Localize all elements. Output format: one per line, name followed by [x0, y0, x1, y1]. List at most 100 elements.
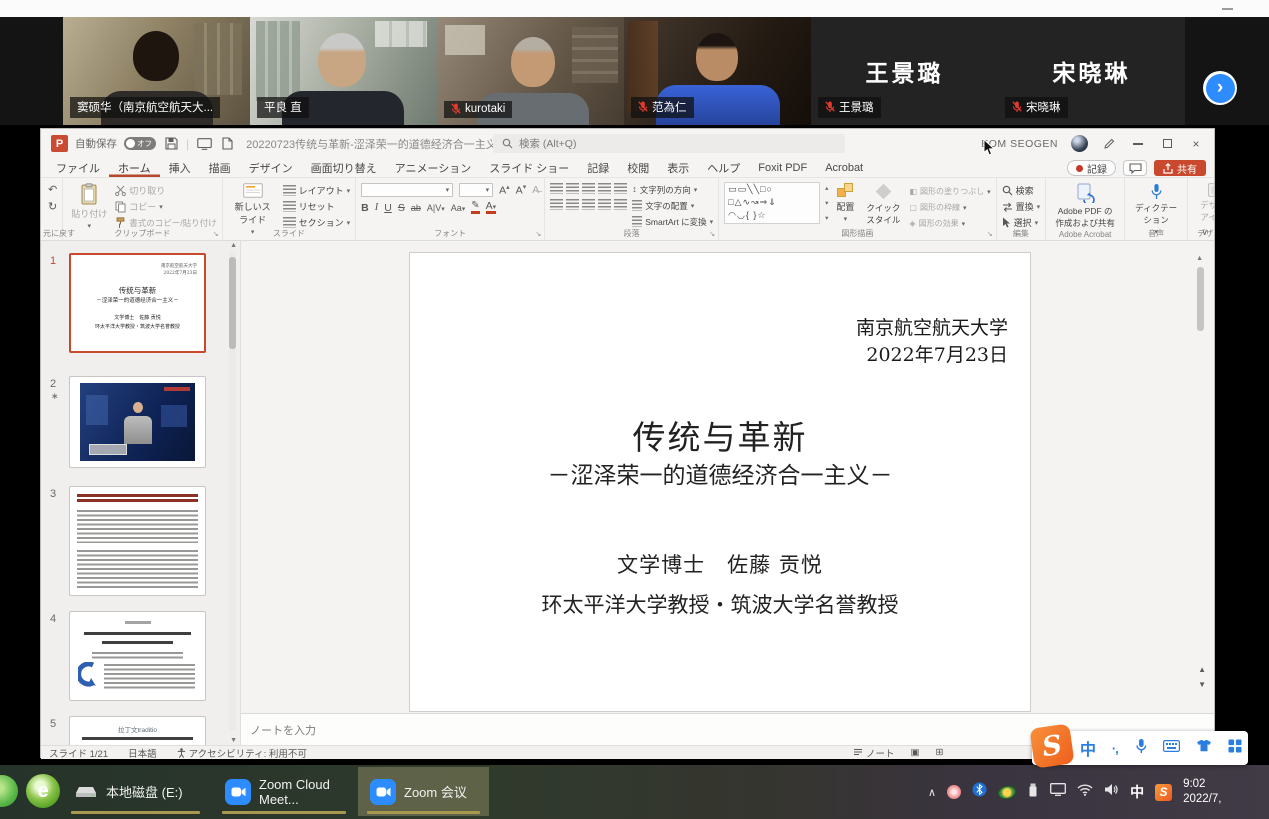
- tab-record[interactable]: 記録: [578, 158, 618, 177]
- convert-smartart-button[interactable]: SmartArt に変換▾: [632, 215, 713, 228]
- slide-thumbnail-4[interactable]: [69, 611, 206, 701]
- tab-help[interactable]: ヘルプ: [698, 158, 749, 177]
- character-spacing-button[interactable]: A|V▾: [427, 203, 445, 213]
- paste-button[interactable]: 貼り付け ▾: [68, 182, 110, 231]
- language-indicator[interactable]: 日本語: [128, 746, 157, 760]
- tray-security-icon[interactable]: [997, 784, 1017, 800]
- slide-canvas[interactable]: 南京航空航天大学 2022年7月23日 传统与革新 －涩泽荣一的道德经济合一主义…: [409, 252, 1031, 712]
- scroll-down-icon[interactable]: ▼: [230, 737, 237, 744]
- decrease-font-size-icon[interactable]: A▾: [516, 183, 527, 197]
- record-button[interactable]: 記録: [1067, 160, 1116, 176]
- redo-icon[interactable]: ↻: [48, 202, 57, 213]
- tab-file[interactable]: ファイル: [47, 158, 109, 177]
- participant-tile-douShuohua[interactable]: 窦硕华（南京航空航天大...: [63, 17, 250, 125]
- justify-icon[interactable]: [598, 199, 611, 210]
- italic-button[interactable]: I: [375, 202, 379, 213]
- slideshow-icon[interactable]: [196, 136, 212, 152]
- dialog-launcher-icon[interactable]: ↘: [535, 230, 541, 238]
- increase-indent-icon[interactable]: [598, 183, 611, 194]
- line-spacing-icon[interactable]: [614, 183, 627, 194]
- minimize-button[interactable]: [1130, 136, 1146, 152]
- taskbar-item-zoom-meeting[interactable]: Zoom 会议: [358, 767, 489, 816]
- taskbar-item-local-disk[interactable]: 本地磁盘 (E:): [62, 767, 209, 816]
- tab-insert[interactable]: 挿入: [160, 158, 200, 177]
- align-text-button[interactable]: 文字の配置▾: [632, 199, 713, 212]
- find-button[interactable]: 検索: [1002, 184, 1041, 197]
- bold-button[interactable]: B: [361, 202, 369, 214]
- tab-animations[interactable]: アニメーション: [386, 158, 481, 177]
- pen-icon[interactable]: [1101, 136, 1117, 152]
- taskbar-clock[interactable]: 9:02 2022/7,: [1183, 777, 1241, 807]
- shape-outline-button[interactable]: ▢図形の枠線▾: [909, 201, 990, 214]
- ime-voice-button[interactable]: [1134, 738, 1148, 759]
- slide-thumbnail-1[interactable]: 南京航空航天大学 2022年7月23日 传统与革新 －涩泽荣一的道德经济合一主义…: [69, 253, 206, 353]
- tab-design[interactable]: デザイン: [240, 158, 302, 177]
- shapes-gallery[interactable]: ▭▭╲╲□○□△∿↝⇒⇓◠◡{ }☆: [724, 182, 820, 224]
- display-icon[interactable]: [1050, 783, 1066, 801]
- quick-styles-button[interactable]: クイック スタイル: [862, 182, 904, 227]
- clear-formatting-icon[interactable]: A̶: [532, 184, 539, 196]
- tab-view[interactable]: 表示: [658, 158, 698, 177]
- ime-toolbox-button[interactable]: [1228, 739, 1242, 758]
- slide-thumbnail-2[interactable]: [69, 376, 206, 468]
- tray-flower-icon[interactable]: [947, 785, 961, 799]
- ime-skin-button[interactable]: [1196, 739, 1212, 757]
- scroll-up-icon[interactable]: ▲: [1196, 255, 1203, 262]
- close-button[interactable]: ×: [1188, 136, 1204, 152]
- layout-button[interactable]: レイアウト▾: [283, 184, 351, 197]
- slide-sorter-view-icon[interactable]: ⊞: [936, 747, 944, 758]
- tab-slideshow[interactable]: スライド ショー: [480, 158, 578, 177]
- share-button[interactable]: 共有: [1154, 160, 1206, 176]
- accessibility-status[interactable]: アクセシビリティ: 利用不可: [177, 746, 307, 760]
- browser-icon[interactable]: e: [26, 774, 60, 808]
- align-center-icon[interactable]: [566, 199, 579, 210]
- save-icon[interactable]: [163, 136, 179, 152]
- usb-device-icon[interactable]: [1027, 783, 1039, 802]
- hidden-icons-chevron[interactable]: ∧: [928, 786, 936, 799]
- avatar[interactable]: [1071, 135, 1088, 152]
- participant-tile-taira[interactable]: 平良 直: [250, 17, 437, 125]
- participant-tile-fanWeiren[interactable]: 范為仁: [624, 17, 811, 125]
- columns-icon[interactable]: [614, 199, 627, 210]
- tab-acrobat[interactable]: Acrobat: [816, 158, 872, 177]
- font-name-input[interactable]: ▾: [361, 183, 453, 197]
- change-case-button[interactable]: Aa▾: [451, 203, 466, 213]
- scroll-up-icon[interactable]: ▲: [230, 242, 237, 249]
- sogou-tray-icon[interactable]: S: [1155, 784, 1172, 801]
- highlight-color-button[interactable]: ✎: [471, 201, 479, 214]
- maximize-button[interactable]: [1159, 136, 1175, 152]
- replace-button[interactable]: 置換▾: [1002, 200, 1041, 213]
- text-shadow-button[interactable]: ab: [411, 203, 421, 213]
- undo-icon[interactable]: ↶: [48, 185, 57, 196]
- document-title[interactable]: 20220723传统与革新-涩泽荣一的道德经济合一主义-…: [246, 136, 506, 152]
- gallery-next-page-button[interactable]: ›: [1203, 71, 1237, 105]
- taskbar-item-zoom-cloud[interactable]: Zoom Cloud Meet...: [213, 767, 355, 816]
- sogou-logo-icon[interactable]: S: [1029, 723, 1074, 768]
- align-left-icon[interactable]: [550, 199, 563, 210]
- adobe-pdf-button[interactable]: Adobe PDF の作成および共有: [1051, 182, 1119, 230]
- ime-punctuation-button[interactable]: ·,: [1112, 741, 1118, 756]
- align-right-icon[interactable]: [582, 199, 595, 210]
- volume-icon[interactable]: [1104, 783, 1119, 801]
- tab-home[interactable]: ホーム: [109, 158, 160, 177]
- participant-tile-songXiaolin[interactable]: 宋晓琳 宋晓琳: [998, 17, 1185, 125]
- ime-indicator[interactable]: 中: [1130, 782, 1144, 802]
- thumbnail-scrollbar-thumb[interactable]: [229, 257, 236, 349]
- minimize-dash-icon[interactable]: [1222, 8, 1233, 10]
- dialog-launcher-icon[interactable]: ↘: [709, 230, 715, 238]
- editor-scrollbar-thumb[interactable]: [1197, 267, 1204, 331]
- new-document-icon[interactable]: [219, 136, 235, 152]
- search-box[interactable]: 検索 (Alt+Q): [493, 134, 845, 153]
- font-size-input[interactable]: ▾: [459, 183, 493, 197]
- tab-transitions[interactable]: 画面切り替え: [302, 158, 386, 177]
- notes-toggle-button[interactable]: ノート: [853, 746, 895, 760]
- numbering-icon[interactable]: [566, 183, 579, 194]
- dialog-launcher-icon[interactable]: ↘: [213, 230, 219, 238]
- tab-draw[interactable]: 描画: [200, 158, 240, 177]
- strikethrough-button[interactable]: S: [398, 202, 405, 214]
- autosave-toggle[interactable]: オフ: [124, 137, 156, 150]
- bullets-icon[interactable]: [550, 183, 563, 194]
- slide-thumbnail-5[interactable]: 拉丁文traditio: [69, 716, 206, 745]
- bluetooth-icon[interactable]: [972, 782, 987, 802]
- increase-font-size-icon[interactable]: A▴: [499, 183, 510, 197]
